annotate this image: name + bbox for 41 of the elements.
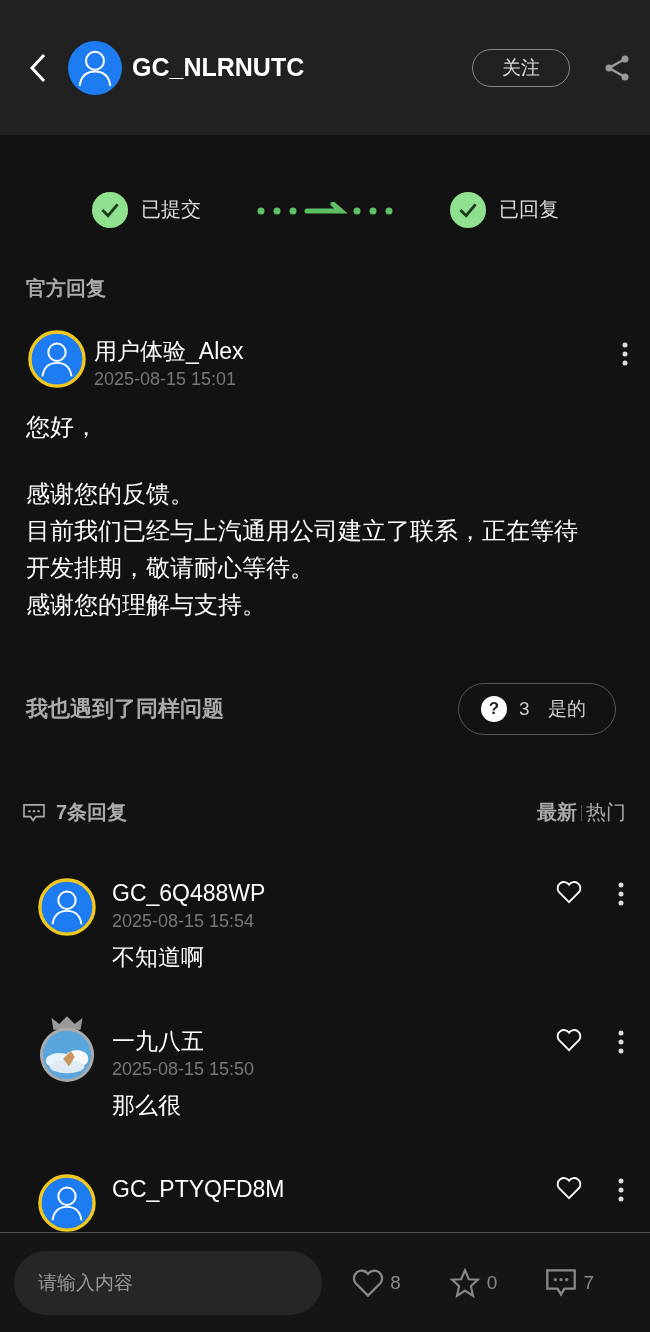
comment-text: 不知道啊 (112, 943, 205, 972)
author-name: 用户体验_Alex (94, 337, 245, 366)
timestamp: 2025-08-15 15:01 (94, 368, 238, 391)
sort-tab[interactable]: 最新 (535, 799, 579, 826)
author-name: GC_6Q488WP (112, 879, 267, 908)
reply-text: 您好， (26, 412, 99, 442)
star-icon[interactable] (448, 1267, 481, 1298)
like-count: 8 (390, 1271, 401, 1294)
more-icon[interactable] (618, 882, 624, 906)
sort-tab[interactable]: 热门 (584, 799, 628, 826)
same-issue-label: 我也遇到了同样问题 (26, 695, 224, 723)
comment-input-field[interactable]: 请输入内容 (14, 1250, 323, 1315)
comment-icon[interactable] (545, 1267, 578, 1298)
more-icon[interactable] (618, 1030, 624, 1054)
section-title: 官方回复 (26, 276, 107, 301)
more-icon[interactable] (618, 1178, 624, 1202)
favorite-count: 0 (486, 1271, 498, 1294)
avatar-icon (28, 330, 86, 388)
share-icon[interactable] (604, 54, 630, 81)
back-icon[interactable] (28, 51, 48, 84)
step-label: 已提交 (141, 197, 201, 223)
comment-count: 7 (583, 1271, 594, 1294)
username: GC_NLRNUTC (132, 53, 306, 82)
reply-text: 目前我们已经与上汽通用公司建立了联系，正在等待开发排期，敬请耐心等待。 (26, 516, 579, 583)
avatar-icon (38, 1174, 96, 1232)
reply-text: 感谢您的理解与支持。 (26, 590, 267, 620)
timestamp: 2025-08-15 15:50 (112, 1058, 256, 1081)
comment-text: 那么很 (112, 1091, 182, 1120)
comment-icon (22, 802, 46, 823)
author-name: GC_PTYQFD8M (112, 1175, 286, 1204)
heart-icon[interactable] (556, 880, 582, 904)
reply-count: 7条回复 (56, 800, 129, 825)
reply-text: 感谢您的反馈。 (26, 479, 195, 509)
avatar-icon (38, 878, 96, 936)
step-label: 已回复 (499, 197, 559, 223)
avatar-icon (68, 40, 122, 95)
heart-icon[interactable] (556, 1028, 582, 1052)
heart-icon[interactable] (556, 1176, 582, 1200)
timestamp: 2025-08-15 15:54 (112, 910, 256, 933)
more-icon[interactable] (622, 342, 628, 366)
author-name: 一九八五 (112, 1027, 205, 1056)
